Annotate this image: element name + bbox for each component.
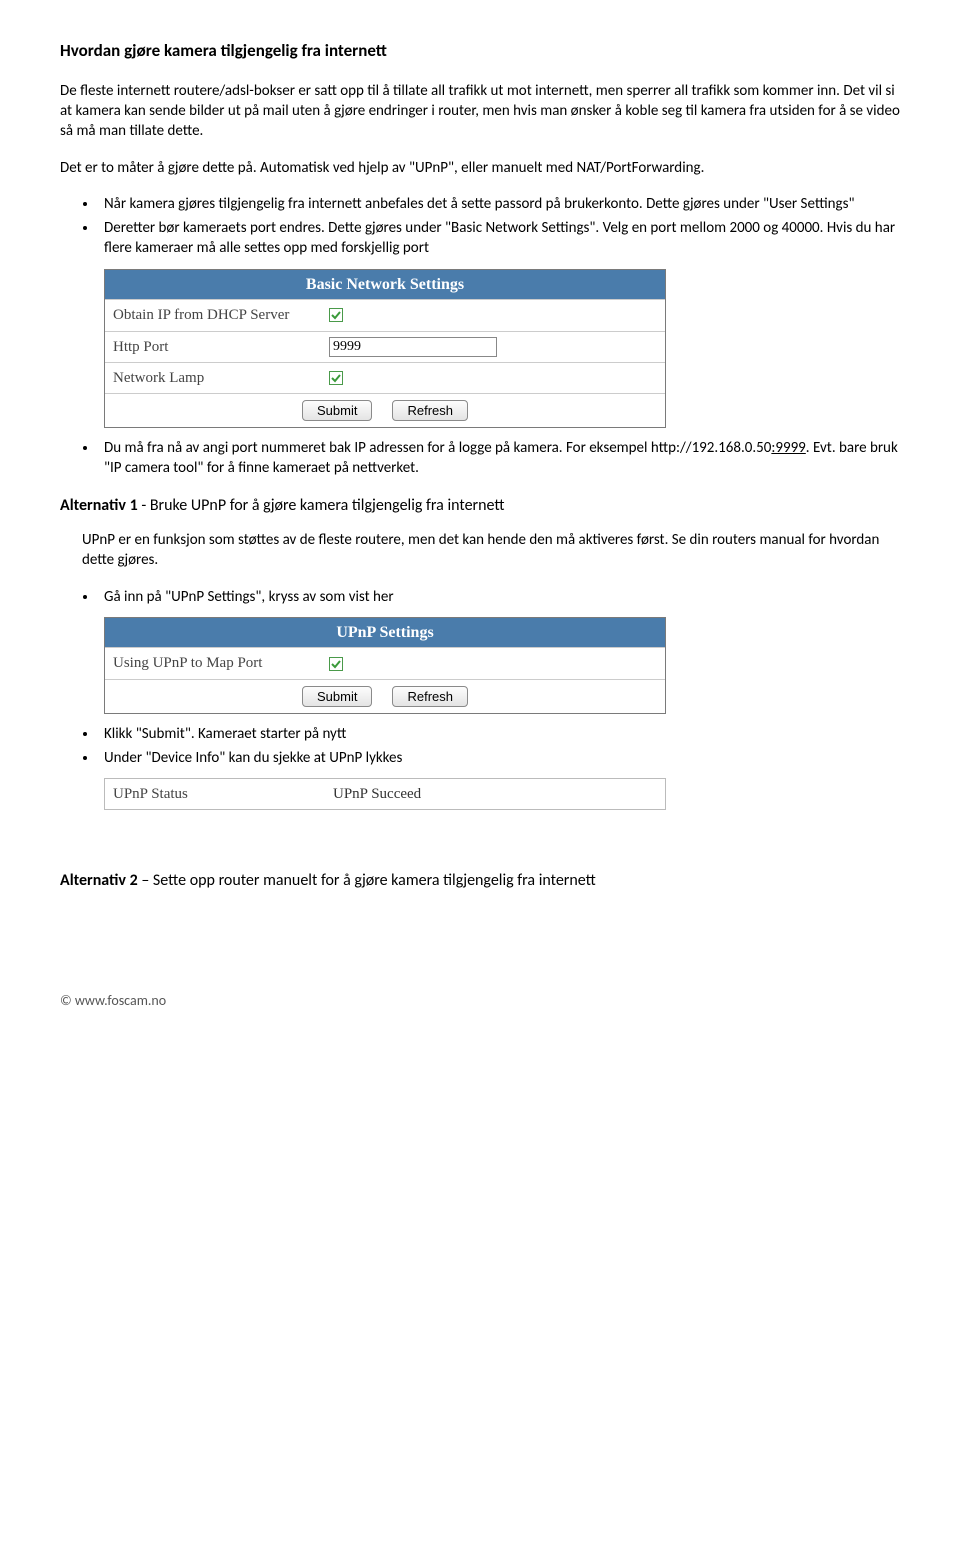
submit-button[interactable]: Submit <box>302 400 372 421</box>
upnp-checkbox[interactable] <box>329 657 343 671</box>
instruction-list-1: Når kamera gjøres tilgjengelig fra inter… <box>60 194 900 259</box>
network-lamp-checkbox[interactable] <box>329 371 343 385</box>
check-icon <box>330 658 342 670</box>
dhcp-label: Obtain IP from DHCP Server <box>105 300 321 330</box>
submit-button[interactable]: Submit <box>302 686 372 707</box>
list-item: Deretter bør kameraets port endres. Dett… <box>98 218 900 259</box>
intro-paragraph-1: De fleste internett routere/adsl-bokser … <box>60 81 900 142</box>
alternative-1-heading: Alternativ 1 - Bruke UPnP for å gjøre ka… <box>60 495 900 517</box>
network-lamp-row: Network Lamp <box>105 362 665 393</box>
refresh-button[interactable]: Refresh <box>392 400 468 421</box>
upnp-map-label: Using UPnP to Map Port <box>105 648 321 678</box>
text-fragment: Du må fra nå av angi port nummeret bak I… <box>104 439 771 457</box>
upnp-map-row: Using UPnP to Map Port <box>105 647 665 678</box>
alt1-rest: - Bruke UPnP for å gjøre kamera tilgjeng… <box>138 496 505 515</box>
alt1-label: Alternativ 1 <box>60 496 138 515</box>
dhcp-checkbox[interactable] <box>329 308 343 322</box>
alt2-label: Alternativ 2 <box>60 871 138 890</box>
refresh-button[interactable]: Refresh <box>392 686 468 707</box>
dhcp-row: Obtain IP from DHCP Server <box>105 299 665 330</box>
http-port-input[interactable] <box>329 337 497 357</box>
alternative-2-heading: Alternativ 2 – Sette opp router manuelt … <box>60 870 900 892</box>
intro-paragraph-2: Det er to måter å gjøre dette på. Automa… <box>60 158 900 178</box>
list-item: Under "Device Info" kan du sjekke at UPn… <box>98 748 900 768</box>
http-port-row: Http Port <box>105 331 665 362</box>
upnp-settings-panel: UPnP Settings Using UPnP to Map Port Sub… <box>104 617 666 714</box>
list-item: Når kamera gjøres tilgjengelig fra inter… <box>98 194 900 214</box>
list-item: Du må fra nå av angi port nummeret bak I… <box>98 438 900 479</box>
check-icon <box>330 309 342 321</box>
alt1-result-list: Klikk "Submit". Kameraet starter på nytt… <box>60 724 900 769</box>
button-row: Submit Refresh <box>105 393 665 427</box>
alt2-rest: – Sette opp router manuelt for å gjøre k… <box>138 871 596 890</box>
basic-network-settings-panel: Basic Network Settings Obtain IP from DH… <box>104 269 666 428</box>
alt1-paragraph: UPnP er en funksjon som støttes av de fl… <box>82 530 900 571</box>
button-row: Submit Refresh <box>105 679 665 713</box>
http-port-label: Http Port <box>105 332 321 362</box>
page-title: Hvordan gjøre kamera tilgjengelig fra in… <box>60 40 900 63</box>
upnp-status-label: UPnP Status <box>113 784 333 804</box>
port-text: :9999 <box>771 439 805 457</box>
upnp-status-value: UPnP Succeed <box>333 784 421 804</box>
upnp-status-row: UPnP Status UPnP Succeed <box>105 779 665 809</box>
check-icon <box>330 372 342 384</box>
network-lamp-label: Network Lamp <box>105 363 321 393</box>
list-item: Klikk "Submit". Kameraet starter på nytt <box>98 724 900 744</box>
panel-header: Basic Network Settings <box>105 269 665 300</box>
instruction-list-2: Du må fra nå av angi port nummeret bak I… <box>60 438 900 479</box>
alt1-list: Gå inn på "UPnP Settings", kryss av som … <box>60 587 900 607</box>
upnp-status-panel: UPnP Status UPnP Succeed <box>104 778 666 810</box>
panel-header: UPnP Settings <box>105 617 665 648</box>
list-item: Gå inn på "UPnP Settings", kryss av som … <box>98 587 900 607</box>
page-footer: © www.foscam.no <box>60 992 900 1011</box>
